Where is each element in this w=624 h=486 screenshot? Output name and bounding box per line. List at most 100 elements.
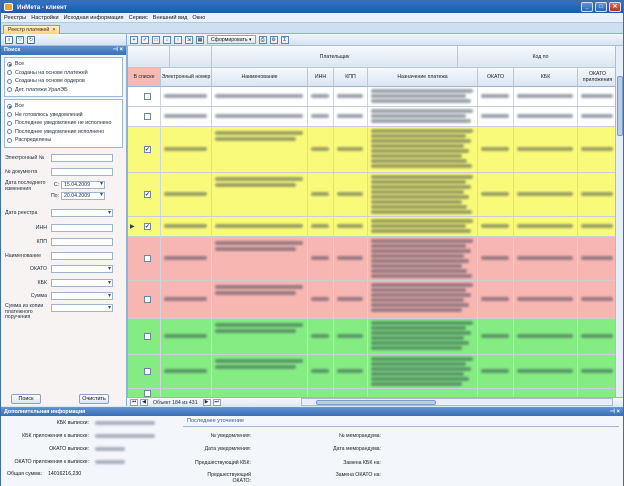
redacted-text xyxy=(311,334,329,338)
menu-settings[interactable]: Настройки xyxy=(31,15,58,21)
tab-payment-registry[interactable]: Реестр платежей × xyxy=(3,25,61,34)
radio-notice-executed[interactable]: Последнее уведомление исполнено xyxy=(7,128,120,137)
sum-select[interactable] xyxy=(51,292,113,300)
okato-select[interactable] xyxy=(51,265,113,273)
sum-icon[interactable]: Σ xyxy=(280,35,289,44)
in-list-checkbox[interactable] xyxy=(144,93,151,100)
tab-close-icon[interactable]: × xyxy=(52,27,55,33)
table-cell xyxy=(578,281,618,318)
in-list-checkbox[interactable] xyxy=(144,368,151,375)
redacted-text xyxy=(311,297,329,301)
close-button[interactable]: ✕ xyxy=(609,2,621,12)
redacted-text xyxy=(371,164,472,168)
form-button[interactable]: Сформировать ▾ xyxy=(207,35,256,44)
radio-source-orders[interactable]: Созданы на основе ордеров xyxy=(7,77,120,86)
in-list-checkbox[interactable]: ✓ xyxy=(144,223,151,230)
table-row[interactable] xyxy=(128,355,618,389)
kbk-select[interactable] xyxy=(51,279,113,287)
payments-grid: Плательщик Код по В списке Электронный н… xyxy=(127,46,623,397)
details-pin-icon[interactable]: ⊣ × xyxy=(610,408,620,416)
sum-copy-select[interactable] xyxy=(51,304,113,312)
redacted-text xyxy=(371,293,471,297)
table-row[interactable] xyxy=(128,87,618,107)
next-record-button[interactable]: ▶ xyxy=(202,399,211,406)
table-row[interactable] xyxy=(128,281,618,319)
date-from-picker[interactable]: 15.04.2009 xyxy=(61,181,105,189)
in-list-checkbox[interactable]: ✓ xyxy=(144,191,151,198)
in-list-checkbox[interactable] xyxy=(144,390,151,397)
binoculars-icon[interactable]: ⌕ xyxy=(5,35,13,44)
kpp-input[interactable] xyxy=(51,238,113,246)
export-icon[interactable]: ⇲ xyxy=(185,35,193,44)
table-row[interactable] xyxy=(128,107,618,127)
sum-copy-label: Сумма из копии платежного поручения xyxy=(5,303,44,321)
col-kpp[interactable]: КПП xyxy=(334,68,368,87)
col-kbk[interactable]: КБК xyxy=(514,68,578,87)
radio-notice-not-executed[interactable]: Последнее уведомление не исполнено xyxy=(7,119,120,128)
col-inn[interactable]: ИНН xyxy=(308,68,334,87)
radio-notice-distributed[interactable]: Распределены xyxy=(7,136,120,145)
date-to-picker[interactable]: 20.04.2009 xyxy=(61,192,105,200)
in-list-checkbox[interactable] xyxy=(144,296,151,303)
maximize-button[interactable]: □ xyxy=(595,2,607,12)
redacted-text xyxy=(581,297,613,301)
col-in-list[interactable]: В списке xyxy=(128,68,161,87)
radio-source-uraleb[interactable]: Дет. платежи УралЭБ xyxy=(7,86,120,95)
registry-date-select[interactable] xyxy=(51,209,113,217)
move-down-icon[interactable]: ↓ xyxy=(163,35,171,44)
col-purpose[interactable]: Назначение платежа xyxy=(368,68,478,87)
menu-view[interactable]: Внешний вид xyxy=(153,15,188,21)
col-name[interactable]: Наименование xyxy=(212,68,308,87)
redacted-text xyxy=(517,334,573,338)
table-row[interactable] xyxy=(128,237,618,281)
menu-source-info[interactable]: Исходная информация xyxy=(64,15,124,21)
pin-icon[interactable]: ⊣ × xyxy=(113,46,123,55)
menu-service[interactable]: Сервис xyxy=(129,15,148,21)
prev-record-button[interactable]: ◀ xyxy=(140,399,148,406)
e-number-input[interactable] xyxy=(51,154,113,162)
radio-source-payments[interactable]: Созданы на основе платежей xyxy=(7,69,120,78)
table-icon[interactable]: ▦ xyxy=(196,35,204,44)
redacted-text xyxy=(581,94,613,98)
move-up-icon[interactable]: ↑ xyxy=(174,35,182,44)
last-clarification-title[interactable]: Последнее уточнение xyxy=(187,418,244,424)
col-okato[interactable]: ОКАТО xyxy=(478,68,514,87)
clear-button[interactable]: Очистить xyxy=(79,394,109,404)
table-row[interactable]: ✓ xyxy=(128,173,618,217)
radio-notice-none[interactable]: Не готовлюсь уведомлений xyxy=(7,111,120,120)
redacted-text xyxy=(371,114,466,118)
table-row[interactable] xyxy=(128,389,618,397)
table-row[interactable]: ✓ xyxy=(128,127,618,173)
table-cell xyxy=(368,237,478,280)
name-input[interactable] xyxy=(51,252,113,260)
check-icon[interactable]: ✓ xyxy=(141,35,149,44)
grid-vertical-scrollbar[interactable] xyxy=(615,46,623,397)
table-row[interactable] xyxy=(128,319,618,355)
in-list-checkbox[interactable] xyxy=(144,255,151,262)
minimize-button[interactable]: _ xyxy=(581,2,593,12)
radio-source-all[interactable]: Все xyxy=(7,60,120,69)
first-record-button[interactable]: ⏮ xyxy=(130,399,138,406)
inn-input[interactable] xyxy=(51,224,113,232)
search-button[interactable]: Поиск xyxy=(11,394,41,404)
in-list-checkbox[interactable] xyxy=(144,113,151,120)
menu-registries[interactable]: Реестры xyxy=(4,15,26,21)
print-icon[interactable]: ⎙ xyxy=(258,35,267,44)
in-list-checkbox[interactable] xyxy=(144,333,151,340)
table-row[interactable]: ✓ ▶ xyxy=(128,217,618,237)
col-okato-app[interactable]: ОКАТО приложения xyxy=(578,68,618,87)
doc-number-input[interactable] xyxy=(51,168,113,176)
menu-window[interactable]: Окно xyxy=(192,15,205,21)
grid-horizontal-scrollbar[interactable] xyxy=(301,398,613,406)
refresh-icon[interactable]: ↻ xyxy=(27,35,35,44)
radio-notice-all[interactable]: Все xyxy=(7,102,120,111)
uncheck-icon[interactable]: □ xyxy=(152,35,160,44)
settings-icon[interactable]: ⚙ xyxy=(269,35,278,44)
col-e-number[interactable]: Электронный номер xyxy=(161,68,212,87)
new-icon[interactable]: + xyxy=(130,35,138,44)
filter-icon[interactable]: ▽ xyxy=(16,35,24,44)
redacted-text xyxy=(371,154,462,158)
redacted-text xyxy=(371,264,462,268)
last-record-button[interactable]: ⏭ xyxy=(212,399,221,406)
in-list-checkbox[interactable]: ✓ xyxy=(144,146,151,153)
